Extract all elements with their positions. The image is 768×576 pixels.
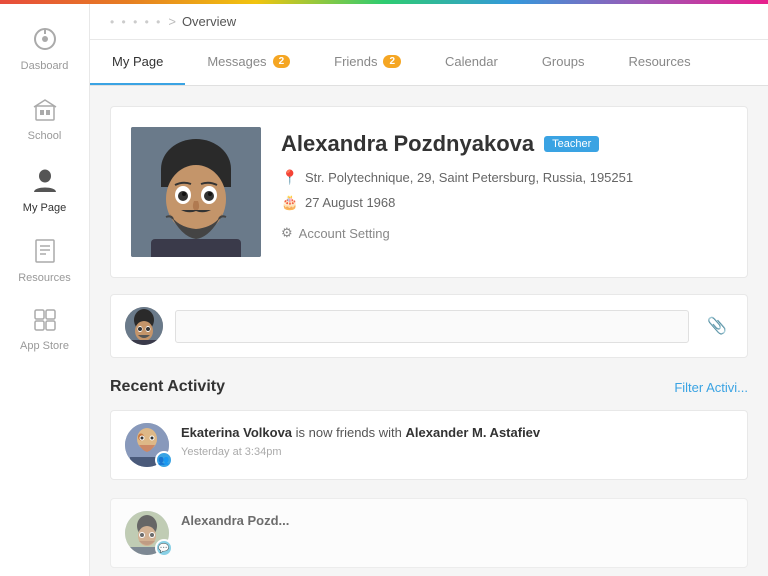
activity-user: Ekaterina Volkova	[181, 425, 292, 440]
profile-info: Alexandra Pozdnyakova Teacher 📍 Str. Pol…	[281, 127, 727, 257]
activity-item: 👥 Ekaterina Volkova is now friends with …	[110, 410, 748, 480]
appstore-icon	[33, 308, 57, 336]
profile-address: Str. Polytechnique, 29, Saint Petersburg…	[305, 170, 633, 185]
activity-user-2: Alexandra Pozd...	[181, 513, 289, 528]
sidebar-item-school[interactable]: School	[0, 84, 89, 154]
breadcrumb-current: Overview	[182, 14, 236, 29]
section-header: Recent Activity Filter Activi...	[110, 378, 748, 396]
tab-messages[interactable]: Messages 2	[185, 40, 312, 85]
breadcrumb-home: • • • • •	[110, 15, 162, 29]
content-area: Alexandra Pozdnyakova Teacher 📍 Str. Pol…	[90, 86, 768, 576]
tab-calendar-label: Calendar	[445, 54, 498, 69]
activity-description: Ekaterina Volkova is now friends with Al…	[181, 423, 733, 443]
account-setting-link[interactable]: ⚙ Account Setting	[281, 225, 727, 241]
recent-activity-section: Recent Activity Filter Activi...	[110, 378, 748, 568]
profile-birthday-row: 🎂 27 August 1968	[281, 194, 727, 211]
tab-friends[interactable]: Friends 2	[312, 40, 423, 85]
mypage-icon	[32, 166, 58, 198]
tab-mypage-label: My Page	[112, 54, 163, 69]
header-bar: • • • • • > Overview	[90, 4, 768, 40]
tab-calendar[interactable]: Calendar	[423, 40, 520, 85]
tab-messages-label: Messages	[207, 54, 266, 69]
birthday-icon: 🎂	[281, 194, 297, 211]
sidebar-item-mypage[interactable]: My Page	[0, 154, 89, 226]
tabs-bar: My Page Messages 2 Friends 2 Calendar Gr…	[90, 40, 768, 86]
sidebar-item-resources[interactable]: Resources	[0, 226, 89, 296]
sidebar-item-dashboard[interactable]: Dasboard	[0, 14, 89, 84]
school-icon	[32, 96, 58, 126]
attach-icon[interactable]: 📎	[701, 316, 733, 336]
profile-name-row: Alexandra Pozdnyakova Teacher	[281, 131, 727, 157]
sidebar-item-label: My Page	[23, 202, 66, 214]
tab-groups[interactable]: Groups	[520, 40, 607, 85]
section-title: Recent Activity	[110, 378, 225, 396]
comment-badge-icon: 💬	[155, 539, 173, 557]
activity-action: is now friends with	[296, 425, 402, 440]
post-avatar	[125, 307, 163, 345]
activity-target: Alexander M. Astafiev	[406, 425, 541, 440]
filter-activity-link[interactable]: Filter Activi...	[674, 380, 748, 395]
sidebar: Dasboard School My Page	[0, 4, 90, 576]
location-icon: 📍	[281, 169, 297, 186]
tab-groups-label: Groups	[542, 54, 585, 69]
gear-icon: ⚙	[281, 225, 293, 241]
sidebar-item-label: Resources	[18, 272, 71, 284]
post-input[interactable]	[175, 310, 689, 343]
profile-birthday: 27 August 1968	[305, 195, 395, 210]
breadcrumb-separator: >	[168, 14, 176, 29]
post-box: 📎	[110, 294, 748, 358]
activity-item: 💬 Alexandra Pozd...	[110, 498, 748, 568]
friends-badge-icon: 👥	[155, 451, 173, 469]
activity-description-2: Alexandra Pozd...	[181, 511, 733, 531]
sidebar-item-appstore[interactable]: App Store	[0, 296, 89, 364]
activity-text-2: Alexandra Pozd...	[181, 511, 733, 531]
tab-mypage[interactable]: My Page	[90, 40, 185, 85]
account-setting-label: Account Setting	[299, 226, 390, 241]
tab-friends-label: Friends	[334, 54, 377, 69]
sidebar-item-label: Dasboard	[21, 60, 69, 72]
tab-resources-label: Resources	[628, 54, 690, 69]
activity-avatar-wrap: 👥	[125, 423, 169, 467]
profile-name: Alexandra Pozdnyakova	[281, 131, 534, 157]
main-content: • • • • • > Overview My Page Messages 2 …	[90, 4, 768, 576]
sidebar-item-label: School	[28, 130, 62, 142]
activity-text: Ekaterina Volkova is now friends with Al…	[181, 423, 733, 458]
sidebar-item-label: App Store	[20, 340, 69, 352]
profile-avatar	[131, 127, 261, 257]
tab-resources[interactable]: Resources	[606, 40, 712, 85]
messages-badge: 2	[273, 55, 291, 68]
activity-time: Yesterday at 3:34pm	[181, 446, 733, 458]
resources-icon	[33, 238, 57, 268]
profile-address-row: 📍 Str. Polytechnique, 29, Saint Petersbu…	[281, 169, 727, 186]
friends-badge: 2	[383, 55, 401, 68]
dashboard-icon	[32, 26, 58, 56]
role-badge: Teacher	[544, 136, 599, 152]
profile-card: Alexandra Pozdnyakova Teacher 📍 Str. Pol…	[110, 106, 748, 278]
activity-avatar-wrap-2: 💬	[125, 511, 169, 555]
